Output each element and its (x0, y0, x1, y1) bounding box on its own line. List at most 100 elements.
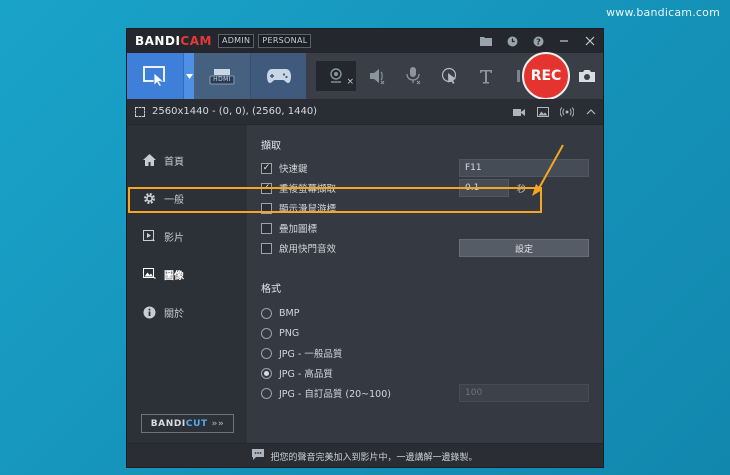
video-icon (141, 229, 157, 243)
footer-tip[interactable]: 把您的聲音完美加入到影片中，一邊講解一邊錄製。 (127, 443, 603, 467)
microphone-toggle[interactable] (396, 53, 432, 99)
image-settings-panel: 擷取 ✓ 快速鍵 F11 ✓ 重複螢幕擷取 0.1 秒 顯示滑鼠游標 疊加圖標 (247, 125, 603, 443)
personal-badge: PERSONAL (258, 34, 312, 48)
format-option-jpg-custom[interactable]: JPG - 自訂品質 (20~100) 100 (261, 383, 603, 403)
sidebar-item-label: 關於 (164, 308, 184, 320)
add-logo-label: 疊加圖標 (279, 224, 318, 235)
sidebar-item-label: 圖像 (164, 270, 184, 282)
video-output-icon[interactable] (507, 99, 531, 125)
format-option-label: JPG - 一般品質 (279, 349, 343, 360)
info-icon (141, 305, 157, 319)
format-radio-selected[interactable] (261, 367, 272, 379)
toolbar: HDMI × REC (127, 52, 603, 100)
mode-dropdown-button[interactable] (183, 53, 194, 99)
format-radio[interactable] (261, 387, 272, 399)
format-option-label: JPG - 自訂品質 (20~100) (279, 389, 391, 400)
format-option-jpg-high[interactable]: JPG - 高品質 (261, 363, 603, 383)
help-icon[interactable]: ? (525, 29, 551, 53)
format-radio[interactable] (261, 347, 272, 359)
device-mode-button[interactable]: HDMI (194, 53, 250, 99)
watermark: www.bandicam.com (606, 6, 720, 19)
shutter-sound-label: 啟用快門音效 (279, 244, 337, 255)
screenshot-button[interactable] (573, 53, 601, 99)
webcam-icon (330, 68, 342, 83)
format-option-jpg-normal[interactable]: JPG - 一般品質 (261, 343, 603, 363)
main-area: 首頁 一般 影片 圖像 關於 BANDI CUT »» 擷取 ✓ 快速鍵 F11… (127, 125, 603, 443)
image-icon (141, 267, 157, 281)
repeat-unit-label: 秒 (517, 184, 527, 195)
cursor-effect-button[interactable] (432, 53, 468, 99)
folder-icon[interactable] (473, 29, 499, 53)
close-icon[interactable] (577, 29, 603, 53)
resolution-text: 2560x1440 - (0, 0), (2560, 1440) (152, 106, 318, 117)
show-cursor-checkbox[interactable] (261, 202, 272, 214)
hotkey-label: 快速鍵 (279, 164, 308, 175)
microphone-icon (406, 67, 421, 85)
text-icon (480, 70, 492, 84)
repeat-interval-input[interactable]: 0.1 (459, 179, 509, 197)
camera-icon (579, 70, 595, 82)
selection-area-icon (135, 106, 145, 117)
record-button[interactable]: REC (522, 52, 570, 100)
repeat-capture-checkbox[interactable]: ✓ (261, 182, 272, 194)
shutter-sound-checkbox[interactable] (261, 242, 272, 254)
sidebar-item-video[interactable]: 影片 (127, 217, 247, 255)
screen-select-icon (143, 66, 165, 87)
game-mode-button[interactable] (250, 53, 306, 99)
cursor-click-icon (441, 67, 457, 84)
clock-icon[interactable] (499, 29, 525, 53)
sidebar-item-general[interactable]: 一般 (127, 179, 247, 217)
capture-section-title: 擷取 (261, 141, 281, 152)
repeat-capture-label: 重複螢幕擷取 (279, 184, 337, 195)
format-radio[interactable] (261, 307, 272, 319)
add-logo-checkbox[interactable] (261, 222, 272, 234)
show-cursor-label: 顯示滑鼠游標 (279, 204, 337, 215)
sidebar-item-label: 首頁 (164, 156, 184, 168)
broadcast-icon[interactable] (555, 99, 579, 125)
app-logo: BANDICAM (135, 34, 212, 48)
repeat-capture-row: ✓ 重複螢幕擷取 0.1 秒 (261, 178, 603, 198)
sidebar-item-label: 一般 (164, 194, 184, 206)
cursor-row: 顯示滑鼠游標 (261, 198, 603, 218)
sidebar-item-about[interactable]: 關於 (127, 293, 247, 331)
format-section-title: 格式 (261, 284, 281, 295)
sidebar-item-image[interactable]: 圖像 (127, 255, 247, 293)
home-icon (141, 153, 157, 167)
sidebar-item-home[interactable]: 首頁 (127, 141, 247, 179)
shutter-settings-button[interactable]: 設定 (459, 239, 589, 257)
chevron-down-icon (185, 73, 193, 79)
speaker-icon (370, 69, 385, 85)
title-bar: BANDICAM ADMIN PERSONAL ? (127, 29, 603, 53)
format-option-label: JPG - 高品質 (279, 369, 333, 380)
admin-badge: ADMIN (217, 34, 255, 48)
webcam-toggle[interactable]: × (316, 61, 356, 91)
custom-quality-input[interactable]: 100 (459, 384, 589, 402)
footer-message: 把您的聲音完美加入到影片中，一邊講解一邊錄製。 (270, 452, 478, 463)
gear-icon (141, 191, 157, 205)
chat-icon (252, 449, 265, 463)
sidebar-item-label: 影片 (164, 232, 184, 244)
hotkey-checkbox[interactable]: ✓ (261, 162, 272, 174)
hdmi-label: HDMI (213, 76, 231, 83)
sidebar: 首頁 一般 影片 圖像 關於 BANDI CUT »» (127, 125, 247, 443)
format-option-label: BMP (279, 307, 300, 319)
gamepad-icon (266, 69, 291, 83)
status-bar: 2560x1440 - (0, 0), (2560, 1440) (127, 99, 603, 125)
speaker-toggle[interactable] (360, 53, 396, 99)
bandicam-window: BANDICAM ADMIN PERSONAL ? HDMI × REC 256… (126, 28, 604, 468)
image-output-icon[interactable] (531, 99, 555, 125)
text-overlay-button[interactable] (468, 53, 504, 99)
format-radio[interactable] (261, 327, 272, 339)
format-option-png[interactable]: PNG (261, 323, 603, 343)
bandicut-button[interactable]: BANDI CUT »» (141, 414, 234, 433)
hotkey-input[interactable]: F11 (459, 159, 589, 177)
format-option-bmp[interactable]: BMP (261, 303, 603, 323)
minimize-icon[interactable] (551, 29, 577, 53)
hotkey-row: ✓ 快速鍵 F11 (261, 158, 603, 178)
svg-text:?: ? (536, 37, 541, 46)
webcam-off-icon: × (346, 77, 354, 87)
collapse-icon[interactable] (579, 99, 603, 125)
logo-row: 疊加圖標 (261, 218, 603, 238)
screen-mode-button[interactable] (127, 53, 183, 99)
double-chevron-right-icon: »» (211, 418, 225, 429)
